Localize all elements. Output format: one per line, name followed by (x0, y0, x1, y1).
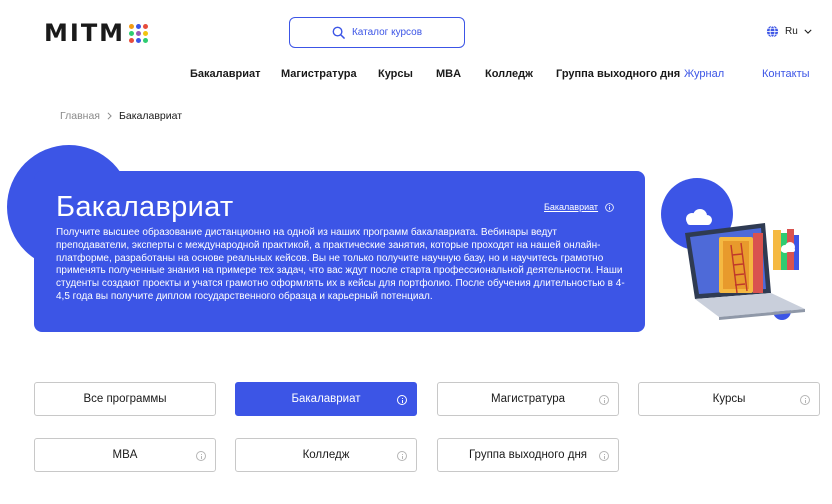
nav-item-journal[interactable]: Журнал (684, 68, 724, 80)
hero-link-label: Бакалавриат (544, 202, 599, 212)
page-title: Бакалавриат (56, 191, 234, 223)
chevron-down-icon (804, 29, 812, 34)
tab-label: Все программы (83, 393, 167, 405)
nav-item-mba[interactable]: MBA (436, 68, 461, 80)
nav-item-master[interactable]: Магистратура (281, 68, 357, 80)
info-icon[interactable] (599, 395, 609, 405)
breadcrumb-home[interactable]: Главная (60, 110, 100, 122)
logo-dots-icon (129, 23, 149, 43)
laptop-books-illustration (661, 178, 805, 320)
nav-item-weekend-group[interactable]: Группа выходного дня (556, 68, 680, 80)
tab-weekend-group[interactable]: Группа выходного дня (437, 438, 619, 472)
tab-college[interactable]: Колледж (235, 438, 417, 472)
search-icon (332, 26, 345, 39)
nav-item-bachelor[interactable]: Бакалавриат (190, 68, 261, 80)
info-icon[interactable] (196, 451, 206, 461)
info-icon[interactable] (397, 451, 407, 461)
tab-label: Группа выходного дня (468, 449, 588, 461)
globe-icon (766, 25, 779, 38)
tab-label: Колледж (302, 449, 350, 461)
nav-item-college[interactable]: Колледж (485, 68, 533, 80)
language-selector[interactable]: Ru (766, 25, 812, 38)
logo[interactable]: MITM (44, 19, 149, 47)
hero-description: Получите высшее образование дистанционно… (56, 227, 625, 302)
info-icon[interactable] (599, 451, 609, 461)
tab-label: Бакалавриат (291, 393, 361, 405)
hero-banner: Бакалавриат Бакалавриат Получите высшее … (34, 171, 645, 332)
tab-label: Магистратура (490, 393, 566, 405)
tab-all-programs[interactable]: Все программы (34, 382, 216, 416)
search-label: Каталог курсов (351, 27, 423, 38)
logo-text: MITM (44, 19, 126, 47)
tab-courses[interactable]: Курсы (638, 382, 820, 416)
breadcrumb-current: Бакалавриат (118, 110, 183, 122)
info-icon[interactable] (800, 395, 810, 405)
tab-label: MBA (112, 449, 138, 461)
language-label: Ru (785, 26, 798, 37)
catalog-search-button[interactable]: Каталог курсов (289, 17, 465, 48)
main-nav: Бакалавриат Магистратура Курсы MBA Колле… (0, 68, 832, 82)
tab-mba[interactable]: MBA (34, 438, 216, 472)
chevron-right-icon (107, 112, 112, 120)
nav-item-contacts[interactable]: Контакты (762, 68, 810, 80)
hero-info-link[interactable]: Бакалавриат (544, 202, 614, 212)
breadcrumb: Главная Бакалавриат (60, 110, 182, 122)
tab-master[interactable]: Магистратура (437, 382, 619, 416)
tab-bachelor[interactable]: Бакалавриат (235, 382, 417, 416)
info-icon (605, 202, 614, 212)
tab-label: Курсы (712, 393, 746, 405)
info-icon[interactable] (397, 395, 407, 405)
nav-item-courses[interactable]: Курсы (378, 68, 413, 80)
